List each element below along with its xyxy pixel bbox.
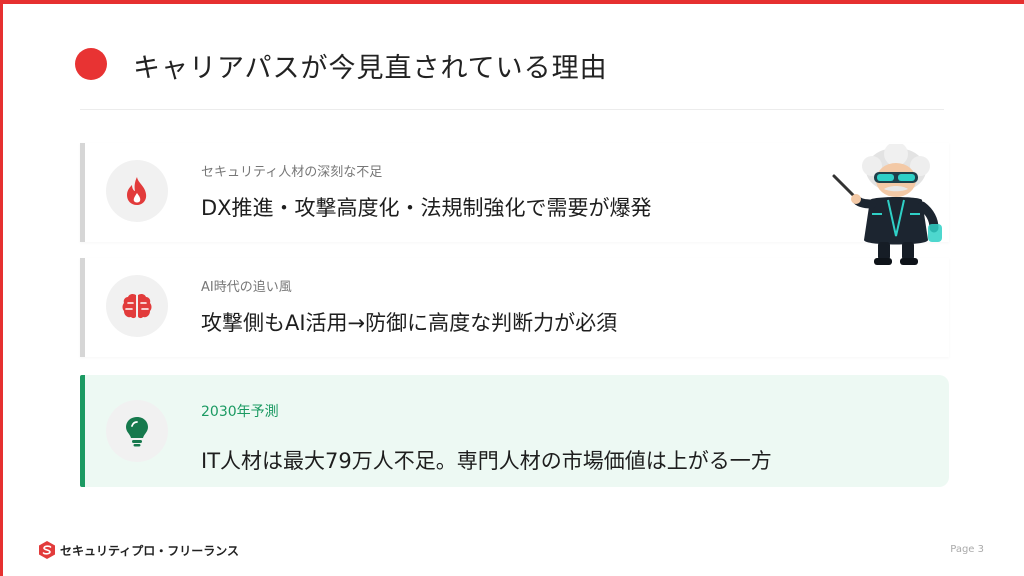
title-bullet-dot (75, 48, 107, 80)
mascot-illustration (832, 144, 942, 265)
slide-title: キャリアパスが今見直されている理由 (133, 53, 608, 84)
card-headline: IT人材は最大79万人不足。専門人材の市場価値は上がる一方 (201, 449, 772, 473)
page-number: Page 3 (950, 544, 984, 555)
lightbulb-icon (106, 400, 168, 462)
reason-card-ai-era: AI時代の追い風 攻撃側もAI活用→防御に高度な判断力が必須 (80, 258, 949, 357)
card-kicker: セキュリティ人材の深刻な不足 (201, 165, 383, 180)
left-accent-bar (0, 0, 3, 576)
top-accent-bar (0, 0, 1024, 4)
card-kicker: 2030年予測 (201, 404, 279, 420)
card-kicker: AI時代の追い風 (201, 280, 292, 295)
brand-logo-icon (39, 541, 55, 559)
reason-card-talent-shortage: セキュリティ人材の深刻な不足 DX推進・攻撃高度化・法規制強化で需要が爆発 (80, 143, 949, 242)
card-headline: 攻撃側もAI活用→防御に高度な判断力が必須 (201, 311, 618, 335)
title-divider (80, 109, 944, 110)
fire-icon (106, 160, 168, 222)
footer-brand-name: セキュリティプロ・フリーランス (60, 544, 240, 558)
card-headline: DX推進・攻撃高度化・法規制強化で需要が爆発 (201, 196, 652, 220)
reason-card-2030-forecast: 2030年予測 IT人材は最大79万人不足。専門人材の市場価値は上がる一方 (80, 375, 949, 487)
brain-icon (106, 275, 168, 337)
